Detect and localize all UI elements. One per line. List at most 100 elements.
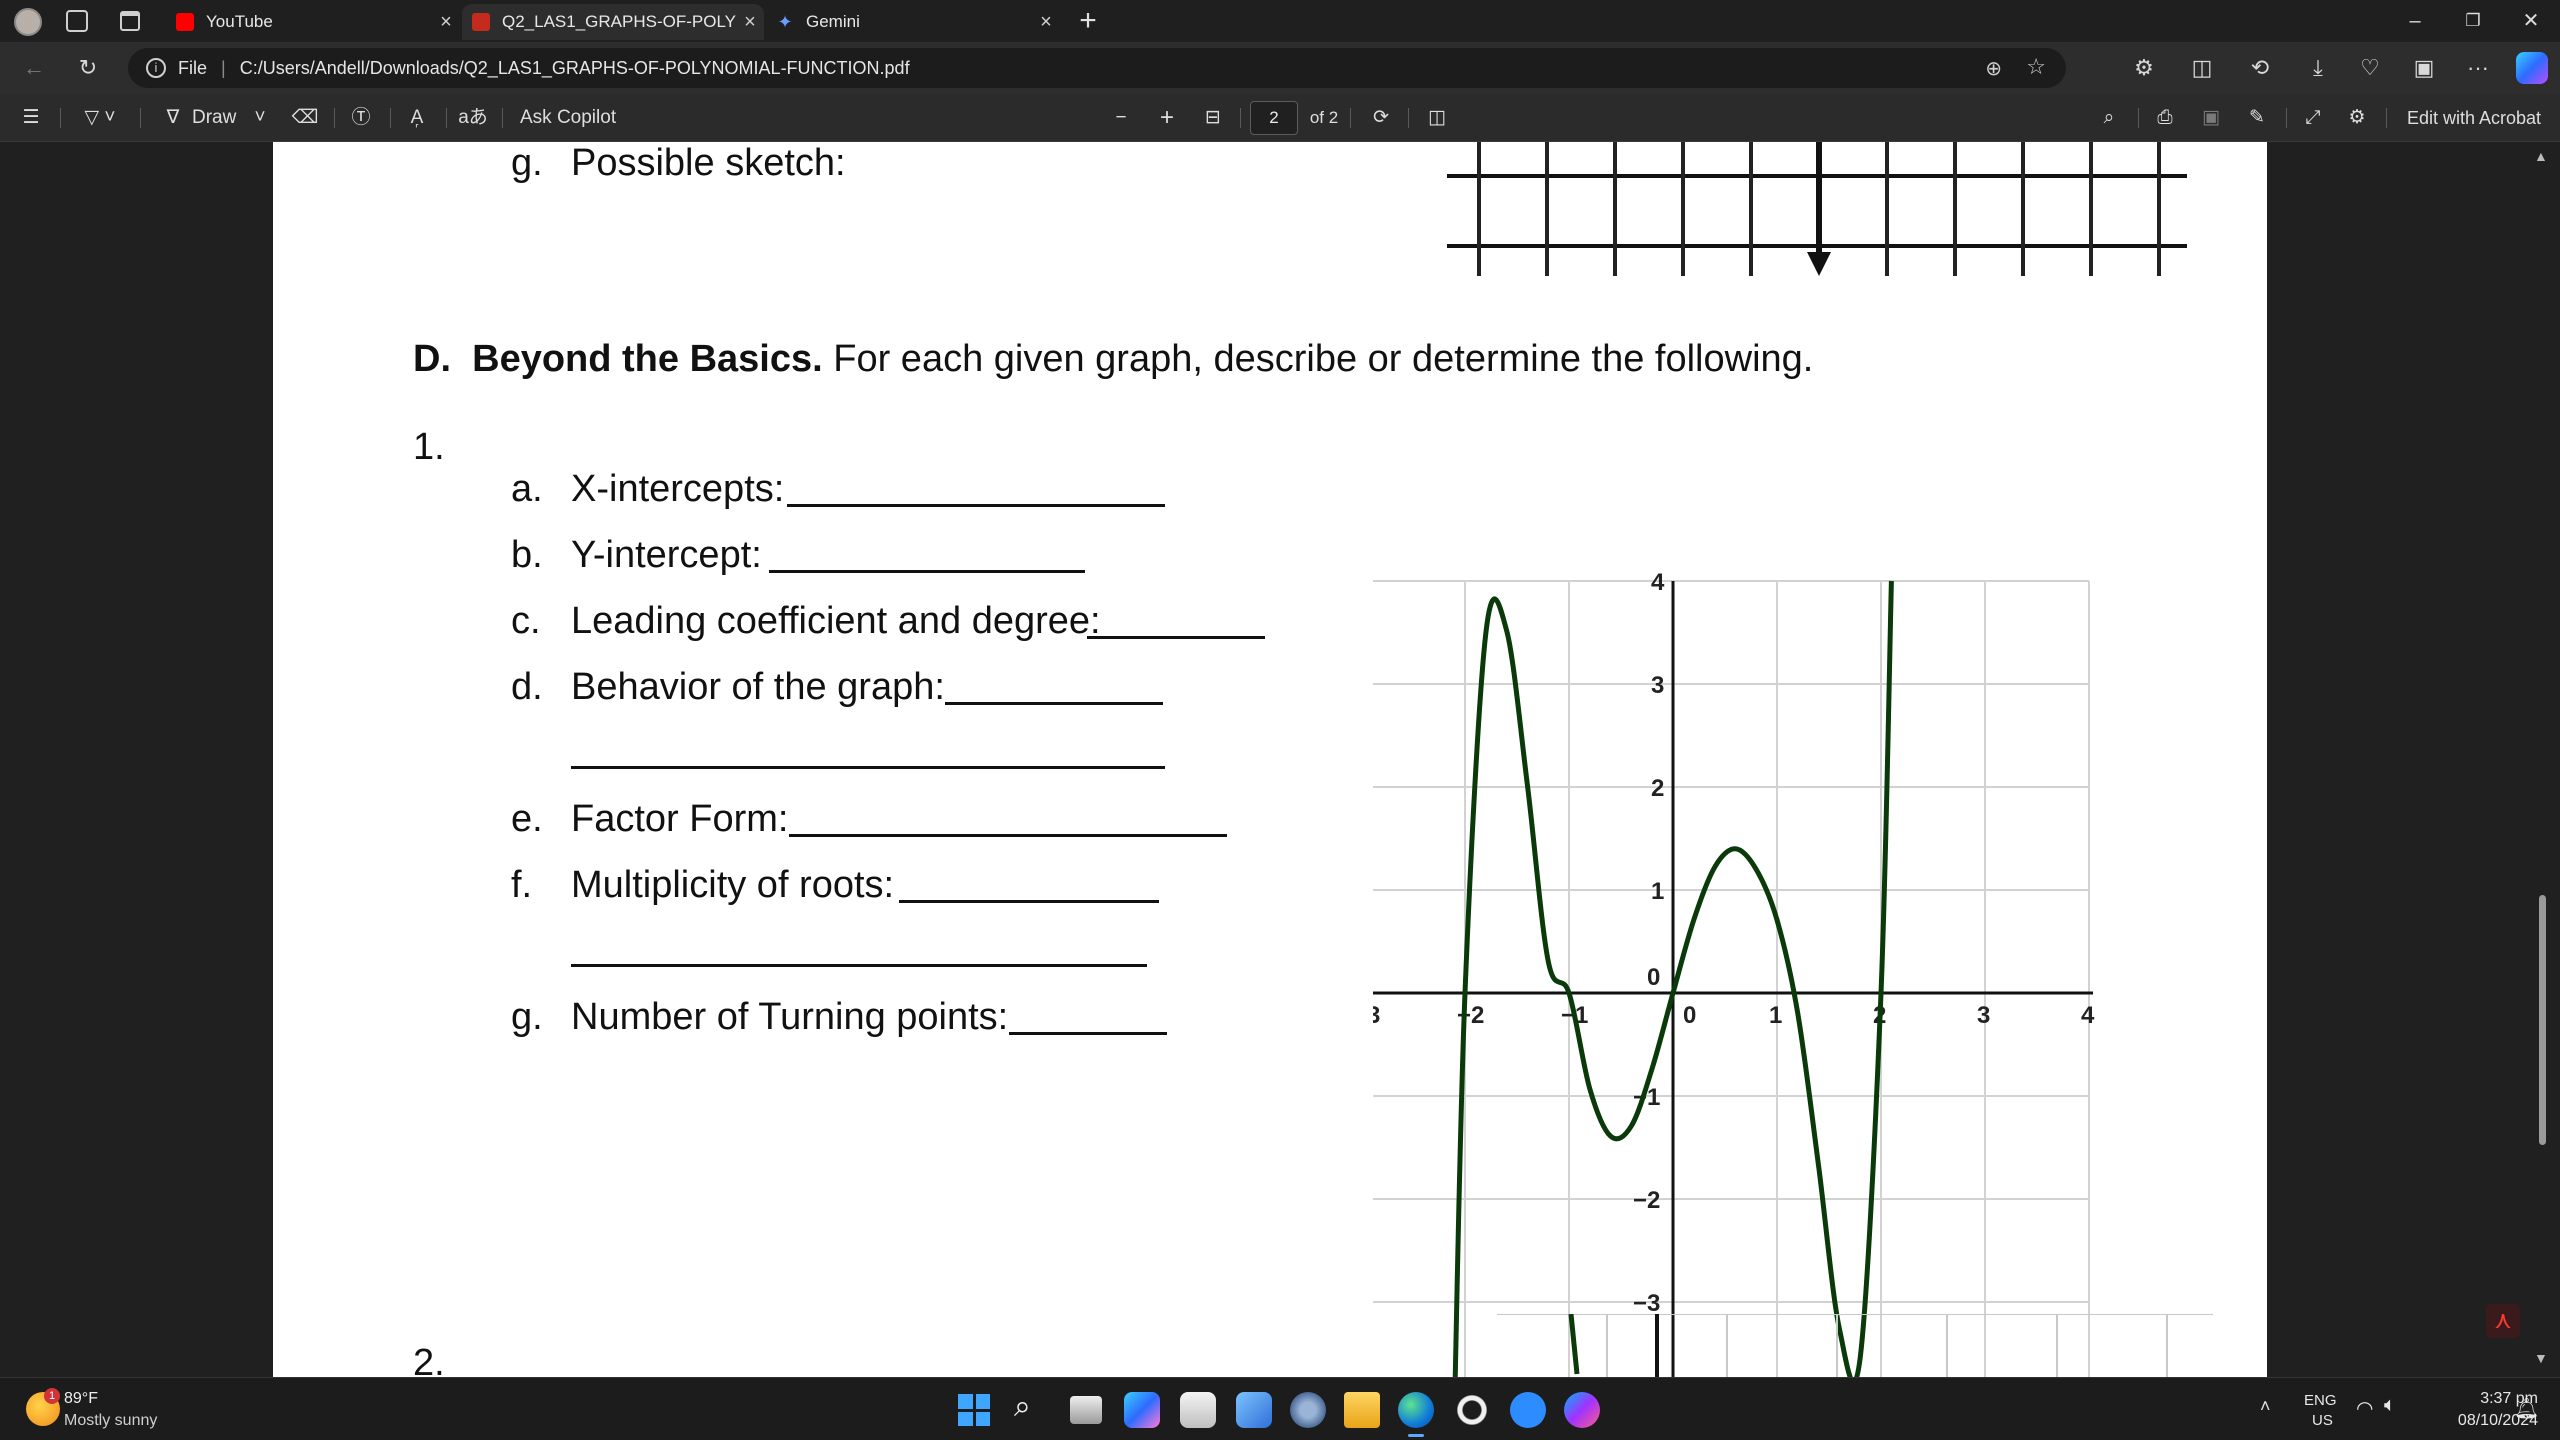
settings-icon[interactable]: ⚙ [2340,104,2374,132]
task-view-icon[interactable] [1070,1396,1102,1424]
search-app-icon[interactable] [1454,1392,1490,1428]
draw-icon[interactable]: ∇ [156,104,190,132]
zoom-out-icon[interactable]: − [1106,104,1136,132]
profile-avatar[interactable] [14,8,42,36]
y-tick-label: 2 [1651,775,1664,802]
refresh-icon[interactable]: ↻ [72,52,104,84]
pdf-icon [472,13,490,31]
more-menu-icon[interactable]: ··· [2462,52,2494,84]
weather-temp[interactable]: 89°F [64,1390,98,1408]
ask-copilot-button[interactable]: Ask Copilot [520,104,640,132]
read-aloud-icon[interactable]: A᷊ [400,104,434,132]
tab-gemini[interactable]: ✦ Gemini × [766,4,1060,40]
weather-desc[interactable]: Mostly sunny [64,1412,157,1430]
restore-icon[interactable]: ❐ [2450,6,2496,36]
print-icon[interactable]: ⎙ [2148,104,2182,132]
back-icon[interactable]: ← [18,52,50,84]
contents-icon[interactable]: ☰ [14,104,48,132]
save-icon[interactable]: ▣ [2194,104,2228,132]
volume-icon[interactable]: 🔈︎ [2384,1394,2396,1417]
performance-icon[interactable]: ♡ [2354,52,2386,84]
download-icon[interactable]: ⤓ [2302,52,2334,84]
toolbar-divider [334,108,335,128]
tab-pdf[interactable]: Q2_LAS1_GRAPHS-OF-POLYNOM × [462,4,764,40]
x-tick-label: −3 [1373,1002,1380,1029]
page-view-icon[interactable]: ◫ [1420,104,1454,132]
url-text[interactable]: C:/Users/Andell/Downloads/Q2_LAS1_GRAPHS… [240,58,910,79]
tab-gemini-title: Gemini [806,12,860,31]
scroll-up-icon[interactable]: ▲ [2534,148,2548,164]
copilot-icon[interactable] [2516,52,2548,84]
draw-dropdown-icon[interactable]: ˅ [248,104,272,132]
photos-icon[interactable] [1236,1392,1272,1428]
zoom-icon[interactable]: ⊕ [1985,56,2002,81]
close-tab-icon[interactable]: × [736,11,764,34]
fullscreen-icon[interactable]: ⤢ [2296,104,2330,132]
address-bar[interactable]: i File | C:/Users/Andell/Downloads/Q2_LA… [128,48,2066,88]
item-letter: b. [511,534,543,576]
draw-button[interactable]: Draw [192,104,244,132]
acrobat-icon[interactable]: ⋏ [2486,1304,2520,1338]
language-top[interactable]: ENG [2304,1392,2337,1409]
zoom-app-icon[interactable] [1510,1392,1546,1428]
new-tab-button[interactable]: + [1070,4,1106,40]
fit-page-icon[interactable]: ⊟ [1196,104,1230,132]
settings-taskbar-icon[interactable] [1290,1392,1326,1428]
site-info-icon[interactable]: i [146,58,166,78]
store-icon[interactable] [1180,1392,1216,1428]
text-box-icon[interactable]: Ⓣ [344,104,378,132]
address-separator: | [221,57,226,78]
scrollbar-thumb[interactable] [2539,895,2546,1145]
language-bottom[interactable]: US [2312,1412,2333,1429]
start-icon[interactable] [958,1394,990,1426]
workspaces-icon[interactable] [66,10,88,32]
eraser-icon[interactable]: ⌫ [288,104,322,132]
item-letter: c. [511,600,541,642]
save-as-icon[interactable]: ✎ [2240,104,2274,132]
messenger-icon[interactable] [1564,1392,1600,1428]
copilot-taskbar-icon[interactable] [1124,1392,1160,1428]
file-explorer-icon[interactable] [1344,1392,1380,1428]
edge-icon[interactable] [1398,1392,1434,1428]
close-window-icon[interactable]: ✕ [2508,6,2554,36]
notification-icon[interactable]: 🔔︎ [2514,1396,2539,1421]
answer-line [787,504,1165,507]
split-screen-icon[interactable]: ◫ [2186,52,2218,84]
close-tab-icon[interactable]: × [1032,11,1060,34]
answer-line [571,964,1147,967]
toolbar-divider [1350,108,1351,128]
y-tick-label: 0 [1647,964,1660,991]
collections-icon[interactable]: ▣ [2408,52,2440,84]
minimize-icon[interactable]: – [2392,6,2438,36]
next-graph-partial [1497,1314,2213,1377]
section-heading: D. Beyond the Basics. For each given gra… [413,338,1813,381]
favorite-star-icon[interactable]: ☆ [2026,54,2046,80]
translate-icon[interactable]: aあ [456,104,490,132]
active-app-indicator [1408,1434,1424,1437]
extensions-icon[interactable]: ⚙ [2128,52,2160,84]
search-taskbar-icon[interactable]: ⌕ [1014,1390,1031,1424]
next-problem-number: 2. [413,1342,445,1377]
y-tick-label: −2 [1633,1187,1660,1214]
pdf-page: g. Possible sketch: D. Beyond the Basics… [273,142,2267,1377]
edit-with-acrobat-button[interactable]: Edit with Acrobat [2396,104,2552,132]
item-text: Behavior of the graph: [571,666,945,708]
youtube-icon [176,13,194,31]
scroll-down-icon[interactable]: ▼ [2534,1350,2548,1366]
section-letter: D. [413,338,451,380]
vertical-tabs-icon[interactable] [120,11,140,31]
highlight-icon[interactable]: ▽ ˅ [72,104,128,132]
zoom-in-icon[interactable]: + [1152,104,1182,132]
scheme-label: File [178,57,208,78]
page-total-label: of 2 [1309,108,1339,127]
wifi-icon[interactable]: ◠ [2356,1396,2373,1421]
toolbar-divider [1408,108,1409,128]
show-hidden-icons[interactable]: ˄ [2260,1396,2271,1417]
tab-youtube[interactable]: YouTube × [166,4,460,40]
rotate-icon[interactable]: ⟳ [1364,104,1398,132]
history-icon[interactable]: ⟲ [2244,52,2276,84]
close-tab-icon[interactable]: × [432,11,460,34]
tab-strip: YouTube × Q2_LAS1_GRAPHS-OF-POLYNOM × ✦ … [0,0,2560,42]
search-icon[interactable]: ⌕ [2092,104,2126,132]
page-number-input[interactable]: 2 [1250,101,1298,135]
